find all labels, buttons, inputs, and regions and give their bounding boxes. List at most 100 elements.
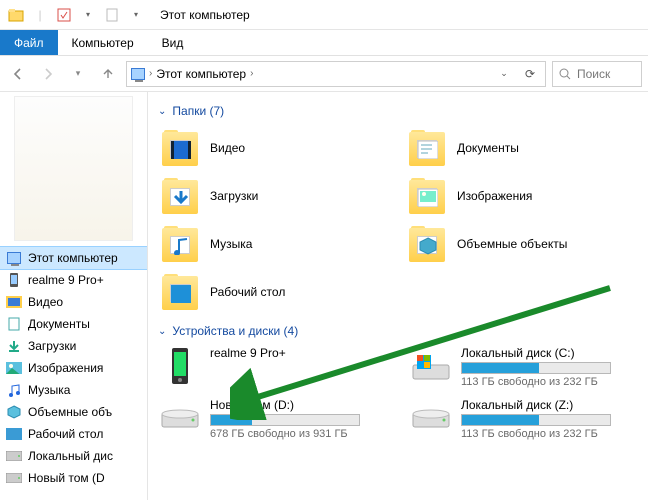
nav-forward-button[interactable] [36,62,60,86]
sidebar-item-9[interactable]: Локальный дис [0,445,147,467]
drive-name: Локальный диск (Z:) [461,398,611,412]
phone-device-icon [160,346,200,386]
nav-up-button[interactable] [96,62,120,86]
window-title: Этот компьютер [160,8,250,22]
note-icon [170,236,190,254]
drive-item-3[interactable]: Локальный диск (Z:) 113 ГБ свободно из 23… [411,398,642,440]
sidebar-item-0[interactable]: Этот компьютер [0,247,147,269]
cube-icon [6,404,22,420]
group-drives-label: Устройства и диски (4) [172,324,298,338]
sidebar-item-8[interactable]: Рабочий стол [0,423,147,445]
folder-label: Объемные объекты [457,237,567,251]
drive-capacity-bar [461,362,611,374]
folder-icon [160,224,200,264]
desk-icon [170,284,190,302]
pc-icon [6,250,22,266]
drive-free-text: 678 ГБ свободно из 931 ГБ [210,428,360,440]
title-bar: | ▾ ▾ Этот компьютер [0,0,648,30]
folder-item-4[interactable]: Музыка [160,222,395,266]
pc-icon[interactable] [131,68,145,80]
doc-icon [417,140,437,158]
search-input[interactable]: Поиск [552,61,642,87]
folder-item-0[interactable]: Видео [160,126,395,170]
quick-access-toolbar: | ▾ ▾ [6,5,146,25]
folder-icon [407,128,447,168]
sidebar-item-label: Локальный дис [28,449,113,463]
nav-recent-dropdown[interactable]: ▾ [66,62,90,86]
sidebar-item-label: Видео [28,295,63,309]
folder-label: Музыка [210,237,252,251]
sidebar-item-label: Рабочий стол [28,427,103,441]
navigation-pane[interactable]: Этот компьютер realme 9 Pro+ Видео Документ… [0,92,148,500]
chevron-down-icon[interactable]: ⌄ [158,326,166,337]
folder-icon [160,272,200,312]
sidebar-item-5[interactable]: Изображения [0,357,147,379]
sidebar-item-7[interactable]: Объемные объ [0,401,147,423]
refresh-icon[interactable]: ⟳ [519,67,541,81]
download-icon [6,338,22,354]
drive-name: realme 9 Pro+ [210,346,286,360]
group-header-folders[interactable]: ⌄ Папки (7) [154,100,642,126]
group-folders-label: Папки (7) [172,104,224,118]
docs-icon [6,316,22,332]
folder-label: Изображения [457,189,532,203]
drive-free-text: 113 ГБ свободно из 232 ГБ [461,428,611,440]
drive-capacity-bar [210,414,360,426]
breadcrumb[interactable]: › Этот компьютер › ⌄ ⟳ [126,61,546,87]
folder-icon [407,224,447,264]
search-icon [559,68,571,80]
sidebar-item-2[interactable]: Видео [0,291,147,313]
sidebar-item-1[interactable]: realme 9 Pro+ [0,269,147,291]
sidebar-item-4[interactable]: Загрузки [0,335,147,357]
pic-icon [417,188,437,206]
os-drive-icon [411,346,451,386]
sidebar-item-10[interactable]: Новый том (D [0,467,147,489]
disk-icon [6,448,22,464]
breadcrumb-dropdown[interactable]: ⌄ [493,68,515,79]
breadcrumb-root[interactable]: Этот компьютер [156,67,246,81]
qat-chevron-icon[interactable]: ▾ [126,5,146,25]
hdd-icon [411,398,451,438]
folder-item-5[interactable]: Объемные объекты [407,222,642,266]
properties-icon[interactable] [54,5,74,25]
hdd-icon [160,398,200,438]
sidebar-item-3[interactable]: Документы [0,313,147,335]
search-placeholder: Поиск [577,67,610,81]
folder-label: Рабочий стол [210,285,285,299]
folder-label: Документы [457,141,519,155]
phone-icon [6,272,22,288]
ribbon-tabs: Файл Компьютер Вид [0,30,648,56]
drive-capacity-bar [461,414,611,426]
drive-free-text: 113 ГБ свободно из 232 ГБ [461,376,611,388]
blank-doc-icon [102,5,122,25]
folder-item-1[interactable]: Документы [407,126,642,170]
drive-item-2[interactable]: Новый том (D:)678 ГБ свободно из 931 ГБ [160,398,391,440]
nav-back-button[interactable] [6,62,30,86]
sidebar-item-6[interactable]: Музыка [0,379,147,401]
folder-icon [160,128,200,168]
chevron-right-icon[interactable]: › [149,68,152,79]
group-header-drives[interactable]: ⌄ Устройства и диски (4) [154,320,642,346]
drive-item-0[interactable]: realme 9 Pro+ [160,346,391,388]
sidebar-item-label: Этот компьютер [28,251,118,265]
preview-pane [14,96,133,241]
tab-computer[interactable]: Компьютер [58,30,148,55]
folder-item-3[interactable]: Изображения [407,174,642,218]
folder-label: Видео [210,141,245,155]
sidebar-item-label: realme 9 Pro+ [28,273,104,287]
qat-dropdown-icon[interactable]: ▾ [78,5,98,25]
chevron-right-icon[interactable]: › [250,68,253,79]
tab-view[interactable]: Вид [148,30,198,55]
drive-name: Локальный диск (C:) [461,346,611,360]
tab-file[interactable]: Файл [0,30,58,55]
folder-icon [6,5,26,25]
sidebar-item-label: Объемные объ [28,405,112,419]
chevron-down-icon[interactable]: ⌄ [158,106,166,117]
qat-separator: | [30,5,50,25]
main-area: Этот компьютер realme 9 Pro+ Видео Документ… [0,92,648,500]
sidebar-item-label: Документы [28,317,90,331]
folder-item-2[interactable]: Загрузки [160,174,395,218]
drive-item-1[interactable]: Локальный диск (C:) 113 ГБ свободно из 23… [411,346,642,388]
folder-item-6[interactable]: Рабочий стол [160,270,395,314]
content-area[interactable]: ⌄ Папки (7) Видео Документы Загрузки Изобра… [148,92,648,500]
